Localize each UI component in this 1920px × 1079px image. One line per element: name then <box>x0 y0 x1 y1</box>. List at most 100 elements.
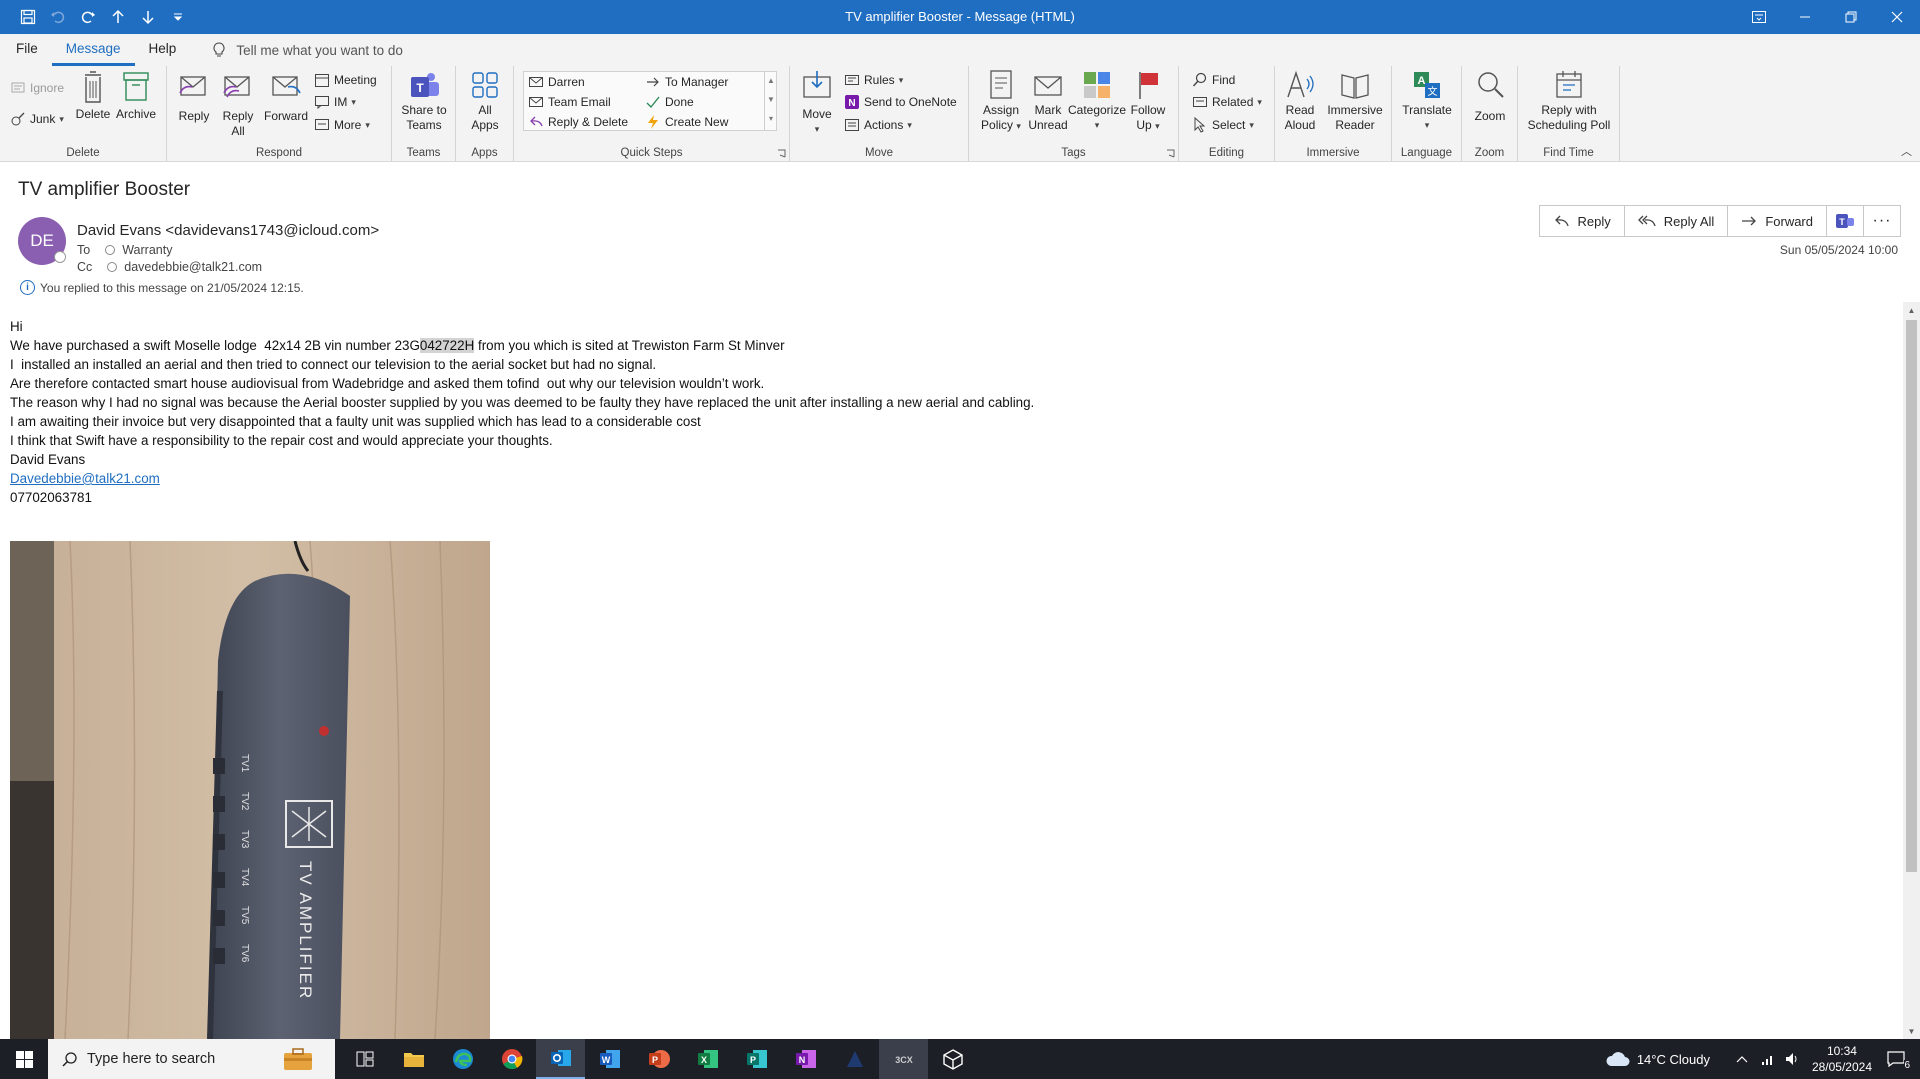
sender[interactable]: David Evans <davidevans1743@icloud.com> <box>77 222 379 239</box>
move-folder-icon <box>801 69 833 101</box>
lightning-icon <box>645 114 661 130</box>
dialog-launcher-icon[interactable] <box>777 149 786 158</box>
network-icon[interactable] <box>1760 1052 1776 1066</box>
group-label-immersive: Immersive <box>1306 147 1360 159</box>
word-icon[interactable]: W <box>585 1039 634 1079</box>
excel-icon[interactable]: X <box>683 1039 732 1079</box>
outlook-icon[interactable] <box>536 1039 585 1079</box>
cc-recipient[interactable]: davedebbie@talk21.com <box>124 260 262 274</box>
tab-message[interactable]: Message <box>51 34 135 66</box>
port-label: TV3 <box>239 830 250 849</box>
quick-step-team-email[interactable]: Team Email <box>528 93 611 111</box>
send-to-onenote-button[interactable]: N Send to OneNote <box>844 93 957 111</box>
app-icon[interactable] <box>830 1039 879 1079</box>
to-recipient[interactable]: Warranty <box>122 243 172 257</box>
scroll-up-arrow-icon[interactable]: ▲ <box>1903 302 1920 318</box>
archive-button[interactable]: Archive <box>114 69 158 122</box>
junk-button[interactable]: Junk ▾ <box>10 110 64 128</box>
quick-step-to-manager[interactable]: To Manager <box>645 73 728 91</box>
minimize-icon[interactable] <box>1782 0 1828 34</box>
group-find-time: Reply with Scheduling Poll Find Time <box>1518 66 1620 162</box>
ignore-button[interactable]: Ignore <box>10 79 64 97</box>
scroll-thumb[interactable] <box>1906 320 1917 872</box>
signature-phone: 07702063781 <box>10 490 92 505</box>
find-button[interactable]: Find <box>1192 71 1235 89</box>
translate-button[interactable]: A文 Translate ▾ <box>1398 69 1456 133</box>
chevron-down-icon: ▾ <box>1094 120 1100 130</box>
svg-text:T: T <box>1839 217 1845 227</box>
search-icon <box>62 1051 78 1067</box>
im-button[interactable]: IM ▾ <box>314 93 356 111</box>
reply-button[interactable]: Reply <box>175 69 213 124</box>
taskbar-search[interactable]: Type here to search <box>48 1039 335 1079</box>
tab-file[interactable]: File <box>2 34 52 66</box>
port-connector <box>213 872 225 888</box>
assign-policy-button[interactable]: Assign Policy ▾ <box>979 69 1023 134</box>
tell-me-box[interactable]: Tell me what you want to do <box>212 42 403 58</box>
forward-button[interactable]: Forward <box>263 69 309 124</box>
tab-help[interactable]: Help <box>135 34 191 66</box>
forward-icon <box>270 69 302 101</box>
chrome-icon[interactable] <box>487 1039 536 1079</box>
zoom-button[interactable]: Zoom <box>1470 69 1510 124</box>
quick-steps-scroll[interactable]: ▲ ▼ ▾ <box>764 71 777 131</box>
clock[interactable]: 10:34 28/05/2024 <box>1812 1043 1872 1075</box>
signature-email-link[interactable]: Davedebbie@talk21.com <box>10 471 160 486</box>
categorize-button[interactable]: Categorize ▾ <box>1067 69 1127 133</box>
immersive-reader-button[interactable]: Immersive Reader <box>1325 69 1385 133</box>
reply-with-scheduling-poll-button[interactable]: Reply with Scheduling Poll <box>1520 69 1618 133</box>
meeting-button[interactable]: Meeting <box>314 71 377 89</box>
dialog-launcher-icon[interactable] <box>1166 149 1175 158</box>
reply-all-arrow-icon <box>1637 214 1656 228</box>
weather-text[interactable]: 14°C Cloudy <box>1637 1052 1710 1067</box>
move-button[interactable]: Move ▾ <box>798 69 836 137</box>
all-apps-button[interactable]: All Apps <box>465 69 505 133</box>
actions-button[interactable]: Actions ▾ <box>844 116 912 134</box>
forward-action-button[interactable]: Forward <box>1727 205 1827 237</box>
related-button[interactable]: Related ▾ <box>1192 93 1262 111</box>
group-immersive: Read Aloud Immersive Reader Immersive <box>1275 66 1392 162</box>
vertical-scrollbar[interactable]: ▲ ▼ <box>1903 302 1920 1039</box>
publisher-icon[interactable]: P <box>732 1039 781 1079</box>
restore-icon[interactable] <box>1828 0 1874 34</box>
powerpoint-icon[interactable]: P <box>634 1039 683 1079</box>
package-icon[interactable] <box>928 1039 977 1079</box>
onenote-taskbar-icon[interactable]: N <box>781 1039 830 1079</box>
read-aloud-button[interactable]: Read Aloud <box>1282 69 1318 133</box>
start-button[interactable] <box>0 1039 48 1079</box>
more-actions-button[interactable]: ··· <box>1863 205 1901 237</box>
follow-up-button[interactable]: Follow Up ▾ <box>1127 69 1169 134</box>
close-icon[interactable] <box>1874 0 1920 34</box>
reply-all-action-button[interactable]: Reply All <box>1623 205 1729 237</box>
notifications-button[interactable]: 6 <box>1884 1047 1910 1071</box>
volume-icon[interactable] <box>1784 1052 1800 1066</box>
chevron-down-icon: ▾ <box>814 124 820 134</box>
delete-button[interactable]: Delete <box>75 69 111 122</box>
window-title: TV amplifier Booster - Message (HTML) <box>845 9 1075 24</box>
collapse-ribbon-icon[interactable]: ︿ <box>1901 143 1912 159</box>
select-button[interactable]: Select ▾ <box>1192 116 1254 134</box>
task-view-icon[interactable] <box>340 1039 389 1079</box>
share-to-teams-button[interactable]: T Share to Teams <box>396 69 452 133</box>
mark-unread-button[interactable]: Mark Unread <box>1026 69 1070 133</box>
taskbar: Type here to search W P X P N 3CX 14°C C… <box>0 1039 1920 1079</box>
reply-all-button[interactable]: Reply All <box>219 69 257 139</box>
recipient-presence-icon <box>105 245 116 255</box>
teams-chat-button[interactable]: T <box>1826 205 1864 237</box>
quick-step-create-new[interactable]: Create New <box>645 113 728 131</box>
group-delete: Ignore Junk ▾ Delete Archive Delete <box>0 66 167 162</box>
svg-text:W: W <box>601 1055 610 1065</box>
quick-step-done[interactable]: Done <box>645 93 694 111</box>
edge-icon[interactable] <box>438 1039 487 1079</box>
3cx-icon[interactable]: 3CX <box>879 1039 928 1079</box>
quick-step-darren[interactable]: Darren <box>528 73 585 91</box>
highlighted-text: 042722H <box>419 338 475 353</box>
more-respond-button[interactable]: More ▾ <box>314 116 370 134</box>
scroll-down-arrow-icon[interactable]: ▼ <box>1903 1023 1920 1039</box>
quick-step-reply-delete[interactable]: Reply & Delete <box>528 113 628 131</box>
chevron-up-icon[interactable] <box>1736 1055 1748 1063</box>
ribbon-display-options-icon[interactable] <box>1736 0 1782 34</box>
reply-action-button[interactable]: Reply <box>1539 205 1625 237</box>
rules-button[interactable]: Rules ▾ <box>844 71 903 89</box>
file-explorer-icon[interactable] <box>389 1039 438 1079</box>
